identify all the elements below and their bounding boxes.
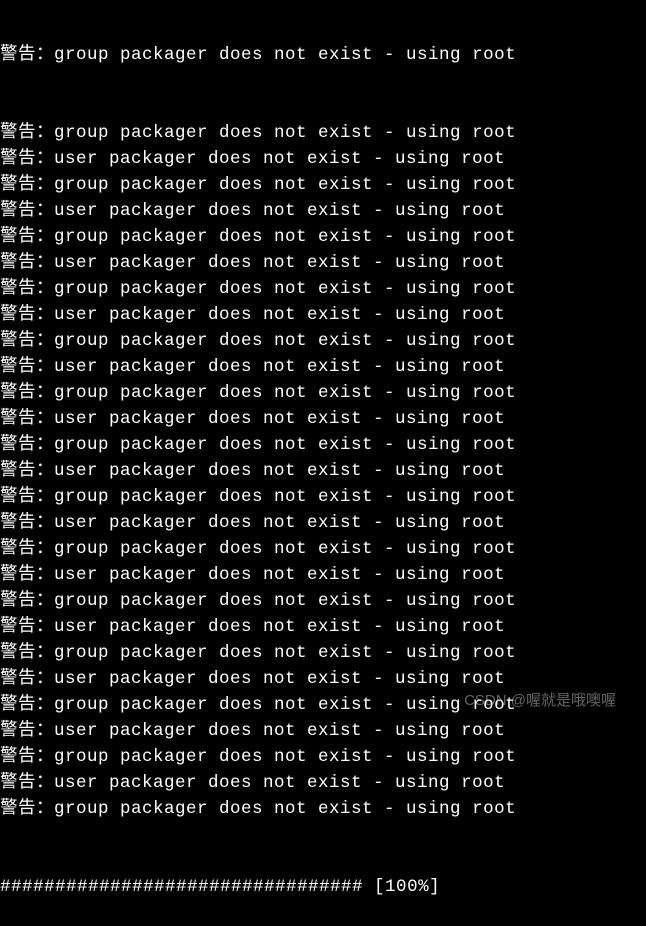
warning-line: 警告：user packager does not exist - using … — [0, 510, 646, 536]
warning-line: 警告：user packager does not exist - using … — [0, 198, 646, 224]
warning-line: 警告：group packager does not exist - using… — [0, 276, 646, 302]
warning-line: 警告：group packager does not exist - using… — [0, 588, 646, 614]
warning-line: 警告：group packager does not exist - using… — [0, 536, 646, 562]
warning-line: 警告：group packager does not exist - using… — [0, 42, 646, 68]
terminal-output: 警告：group packager does not exist - using… — [0, 0, 646, 926]
warning-line: 警告：user packager does not exist - using … — [0, 406, 646, 432]
warning-line: 警告：user packager does not exist - using … — [0, 770, 646, 796]
warning-line: 警告：group packager does not exist - using… — [0, 224, 646, 250]
warning-line: 警告：user packager does not exist - using … — [0, 614, 646, 640]
warning-line: 警告：user packager does not exist - using … — [0, 562, 646, 588]
warning-line: 警告：group packager does not exist - using… — [0, 692, 646, 718]
warning-line: 警告：user packager does not exist - using … — [0, 250, 646, 276]
warning-line: 警告：user packager does not exist - using … — [0, 302, 646, 328]
progress-bar-line: ################################# [100%] — [0, 874, 646, 900]
warning-line: 警告：group packager does not exist - using… — [0, 744, 646, 770]
warning-line: 警告：group packager does not exist - using… — [0, 328, 646, 354]
warning-line: 警告：group packager does not exist - using… — [0, 432, 646, 458]
warning-line: 警告：user packager does not exist - using … — [0, 666, 646, 692]
warning-line: 警告：user packager does not exist - using … — [0, 458, 646, 484]
warning-line: 警告：group packager does not exist - using… — [0, 484, 646, 510]
warning-line: 警告：group packager does not exist - using… — [0, 172, 646, 198]
warning-line: 警告：user packager does not exist - using … — [0, 354, 646, 380]
warning-line: 警告：user packager does not exist - using … — [0, 718, 646, 744]
warning-line: 警告：group packager does not exist - using… — [0, 640, 646, 666]
warning-line: 警告：group packager does not exist - using… — [0, 120, 646, 146]
warning-line: 警告：group packager does not exist - using… — [0, 380, 646, 406]
warning-line: 警告：user packager does not exist - using … — [0, 146, 646, 172]
warning-line: 警告：group packager does not exist - using… — [0, 796, 646, 822]
